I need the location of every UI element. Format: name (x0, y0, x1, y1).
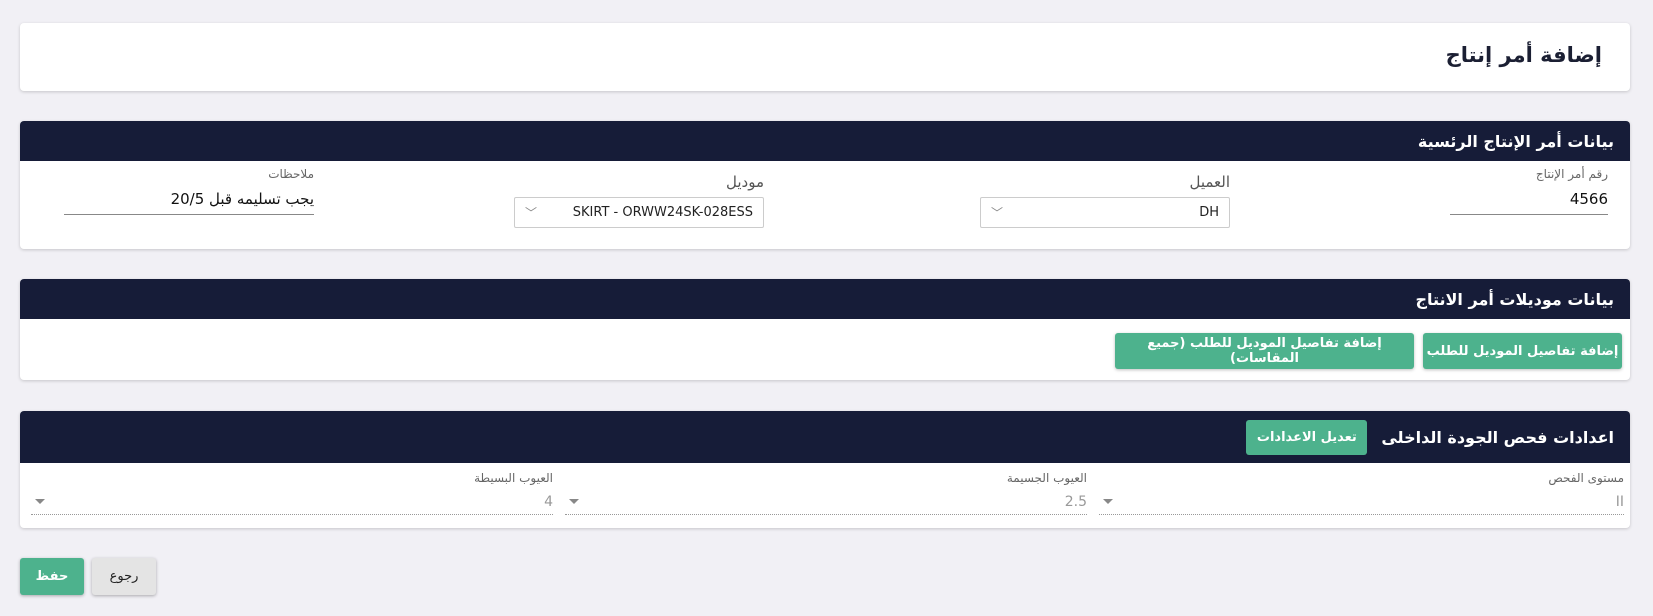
notes-input[interactable]: يجب تسليمه قبل 20/5 (64, 187, 314, 215)
major-defects-label: العيوب الجسيمة (1006, 471, 1087, 485)
customer-label: العميل (1189, 173, 1230, 191)
minor-defects-value: 4 (544, 493, 553, 510)
model-field: موديل SKIRT - ORWW24SK-028ESS ﹀ (514, 173, 764, 228)
chevron-down-icon: ﹀ (991, 206, 1004, 220)
major-defects-field: العيوب الجسيمة 2.5 (565, 471, 1087, 515)
page-title: إضافة أمر إنتاج (1445, 43, 1602, 67)
notes-label: ملاحظات (268, 167, 314, 181)
model-select-value: SKIRT - ORWW24SK-028ESS (572, 205, 753, 220)
save-button[interactable]: حفظ (20, 558, 84, 595)
caret-down-icon (35, 499, 45, 504)
page-title-card: إضافة أمر إنتاج (20, 23, 1630, 91)
qc-settings-card: اعدادات فحص الجودة الداخلى تعديل الاعداد… (20, 411, 1630, 528)
order-number-field: رقم أمر الإنتاج 4566 (1450, 167, 1608, 215)
main-data-card: بيانات أمر الإنتاج الرئسية رقم أمر الإنت… (20, 121, 1630, 249)
caret-down-icon (569, 499, 579, 504)
inspection-level-select[interactable]: II (1099, 489, 1624, 515)
models-header: بيانات موديلات أمر الانتاج (20, 279, 1630, 319)
customer-field: العميل DH ﹀ (980, 173, 1230, 228)
add-model-details-all-sizes-button[interactable]: إضافة تفاصيل الموديل للطلب (جميع المقاسا… (1115, 333, 1414, 369)
order-number-label: رقم أمر الإنتاج (1535, 167, 1608, 181)
major-defects-select[interactable]: 2.5 (565, 489, 1087, 515)
minor-defects-label: العيوب البسيطة (474, 471, 553, 485)
minor-defects-field: العيوب البسيطة 4 (31, 471, 553, 515)
models-card: بيانات موديلات أمر الانتاج إضافة تفاصيل … (20, 279, 1630, 380)
minor-defects-select[interactable]: 4 (31, 489, 553, 515)
caret-down-icon (1103, 499, 1113, 504)
model-label: موديل (726, 173, 764, 191)
notes-field: ملاحظات يجب تسليمه قبل 20/5 (64, 167, 314, 215)
major-defects-value: 2.5 (1064, 493, 1087, 510)
customer-select[interactable]: DH ﹀ (980, 197, 1230, 228)
qc-settings-title: اعدادات فحص الجودة الداخلى (1381, 427, 1614, 447)
back-button[interactable]: رجوع (92, 558, 156, 595)
inspection-level-field: مستوى الفحص II (1099, 471, 1624, 515)
model-select[interactable]: SKIRT - ORWW24SK-028ESS ﹀ (514, 197, 764, 228)
order-number-input[interactable]: 4566 (1450, 187, 1608, 215)
chevron-down-icon: ﹀ (525, 206, 538, 220)
inspection-level-label: مستوى الفحص (1548, 471, 1624, 485)
customer-select-value: DH (1199, 205, 1219, 220)
inspection-level-value: II (1615, 493, 1624, 510)
add-model-details-button[interactable]: إضافة تفاصيل الموديل للطلب (1423, 333, 1622, 369)
main-data-header: بيانات أمر الإنتاج الرئسية (20, 121, 1630, 161)
qc-settings-header: اعدادات فحص الجودة الداخلى تعديل الاعداد… (20, 411, 1630, 463)
edit-settings-button[interactable]: تعديل الاعدادات (1246, 419, 1368, 455)
